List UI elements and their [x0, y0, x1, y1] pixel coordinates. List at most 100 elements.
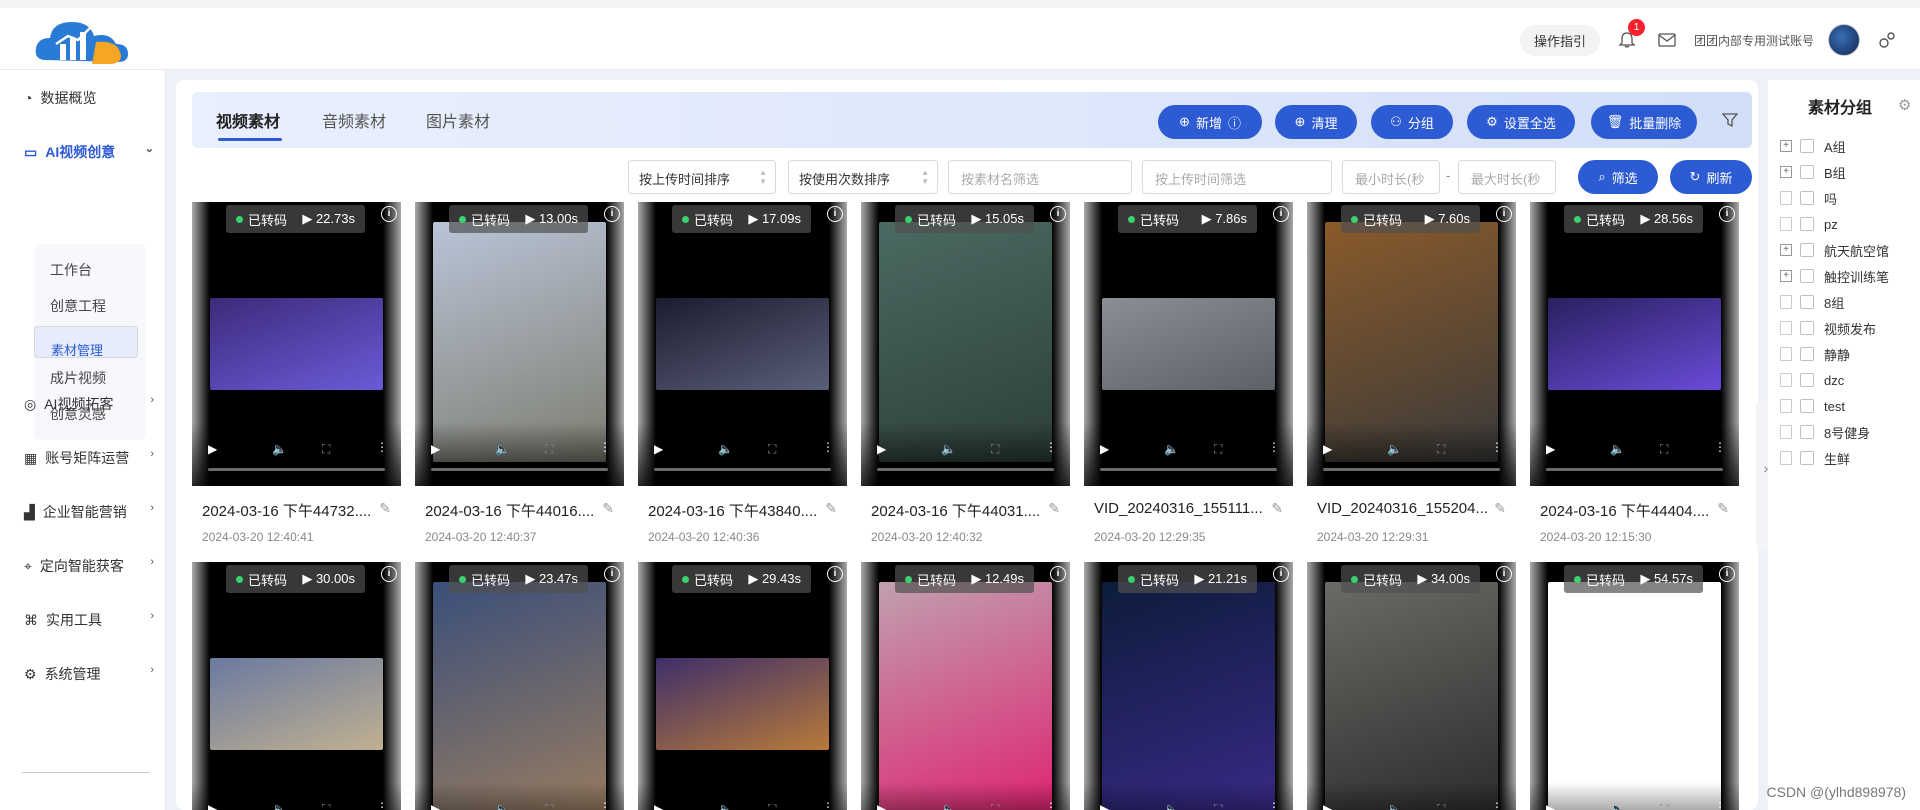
fullscreen-icon[interactable]: ⛶	[1214, 802, 1222, 810]
group-item[interactable]: + B组	[1780, 162, 1846, 182]
video-card[interactable]: 已转码 ▶ 34.00s i ▶ 🔈 ⛶ ⋮	[1307, 562, 1516, 810]
add-button[interactable]: ⊕ 新增 ⓘ	[1158, 105, 1262, 139]
fullscreen-icon[interactable]: ⛶	[322, 442, 330, 457]
video-card[interactable]: 已转码 ▶ 29.43s i ▶ 🔈 ⛶ ⋮	[638, 562, 847, 810]
tab-video[interactable]: 视频素材	[216, 108, 280, 132]
edit-icon[interactable]: ✎	[1048, 500, 1060, 517]
volume-icon[interactable]: 🔈	[941, 442, 956, 456]
more-icon[interactable]: ⋮	[1045, 440, 1057, 454]
sub-item-final-videos[interactable]: 成片视频	[50, 368, 106, 388]
video-card[interactable]: 已转码 ▶ 7.86s i ▶ 🔈 ⛶ ⋮ VID_20240316_15511…	[1084, 202, 1293, 556]
info-icon[interactable]: i	[827, 566, 843, 582]
progress-bar[interactable]	[877, 468, 1054, 471]
tab-image[interactable]: 图片素材	[426, 108, 490, 132]
play-icon[interactable]: ▶	[208, 442, 217, 456]
min-duration-input[interactable]: 最小时长(秒	[1342, 160, 1440, 194]
sub-item-workbench[interactable]: 工作台	[50, 260, 92, 280]
info-icon[interactable]: i	[1050, 566, 1066, 582]
video-card[interactable]: 已转码 ▶ 15.05s i ▶ 🔈 ⛶ ⋮ 2024-03-16 下午4403…	[861, 202, 1070, 556]
fullscreen-icon[interactable]: ⛶	[322, 802, 330, 810]
video-thumbnail[interactable]: 已转码 ▶ 28.56s i ▶ 🔈 ⛶ ⋮	[1530, 202, 1739, 486]
play-icon[interactable]: ▶	[654, 802, 663, 810]
play-icon[interactable]: ▶	[1546, 442, 1555, 456]
play-icon[interactable]: ▶	[654, 442, 663, 456]
fullscreen-icon[interactable]: ⛶	[768, 442, 776, 457]
play-icon[interactable]: ▶	[877, 802, 886, 810]
refresh-button[interactable]: ↻ 刷新	[1670, 160, 1752, 194]
nav-ai-video-creative[interactable]: ▭ AI视频创意 ⌄	[24, 142, 154, 162]
volume-icon[interactable]: 🔈	[718, 802, 733, 810]
video-thumbnail[interactable]: 已转码 ▶ 29.43s i ▶ 🔈 ⛶ ⋮	[638, 562, 847, 810]
sub-item-material-management[interactable]: 素材管理	[34, 326, 138, 358]
avatar[interactable]	[1828, 24, 1860, 56]
volume-icon[interactable]: 🔈	[272, 442, 287, 456]
video-card[interactable]: 已转码 ▶ 17.09s i ▶ 🔈 ⛶ ⋮ 2024-03-16 下午4384…	[638, 202, 847, 556]
fullscreen-icon[interactable]: ⛶	[545, 802, 553, 810]
video-thumbnail[interactable]: 已转码 ▶ 7.60s i ▶ 🔈 ⛶ ⋮	[1307, 202, 1516, 486]
video-thumbnail[interactable]: 已转码 ▶ 22.73s i ▶ 🔈 ⛶ ⋮	[192, 202, 401, 486]
more-icon[interactable]: ⋮	[1714, 800, 1726, 810]
name-filter-input[interactable]: 按素材名筛选	[948, 160, 1132, 194]
video-thumbnail[interactable]: 已转码 ▶ 21.21s i ▶ 🔈 ⛶ ⋮	[1084, 562, 1293, 810]
info-icon[interactable]: i	[1050, 206, 1066, 222]
more-icon[interactable]: ⋮	[376, 800, 388, 810]
volume-icon[interactable]: 🔈	[495, 802, 510, 810]
group-checkbox[interactable]	[1800, 321, 1814, 335]
play-icon[interactable]: ▶	[877, 442, 886, 456]
video-thumbnail[interactable]: 已转码 ▶ 17.09s i ▶ 🔈 ⛶ ⋮	[638, 202, 847, 486]
fullscreen-icon[interactable]: ⛶	[1660, 802, 1668, 810]
info-icon[interactable]: i	[1273, 206, 1289, 222]
group-checkbox[interactable]	[1800, 425, 1814, 439]
play-icon[interactable]: ▶	[1323, 802, 1332, 810]
fullscreen-icon[interactable]: ⛶	[545, 442, 553, 457]
group-checkbox[interactable]	[1800, 165, 1814, 179]
video-thumbnail[interactable]: 已转码 ▶ 34.00s i ▶ 🔈 ⛶ ⋮	[1307, 562, 1516, 810]
group-item[interactable]: 8组	[1780, 292, 1844, 312]
group-checkbox[interactable]	[1800, 243, 1814, 257]
expand-icon[interactable]: +	[1780, 244, 1792, 256]
video-card[interactable]: 已转码 ▶ 13.00s i ▶ 🔈 ⛶ ⋮ 2024-03-16 下午4401…	[415, 202, 624, 556]
fullscreen-icon[interactable]: ⛶	[991, 802, 999, 810]
info-icon[interactable]: i	[1719, 206, 1735, 222]
video-card[interactable]: 已转码 ▶ 30.00s i ▶ 🔈 ⛶ ⋮	[192, 562, 401, 810]
group-checkbox[interactable]	[1800, 191, 1814, 205]
volume-icon[interactable]: 🔈	[1164, 802, 1179, 810]
edit-icon[interactable]: ✎	[1717, 500, 1729, 517]
upload-time-filter-input[interactable]: 按上传时间筛选	[1142, 160, 1332, 194]
batch-delete-button[interactable]: 🗑 批量删除	[1591, 105, 1697, 139]
progress-bar[interactable]	[654, 468, 831, 471]
edit-icon[interactable]: ✎	[602, 500, 614, 517]
progress-bar[interactable]	[1100, 468, 1277, 471]
video-card[interactable]: 已转码 ▶ 54.57s i ▶ 🔈 ⛶ ⋮	[1530, 562, 1739, 810]
nav-utilities[interactable]: ⌘ 实用工具 ›	[24, 610, 154, 630]
info-icon[interactable]: i	[381, 206, 397, 222]
group-checkbox[interactable]	[1800, 269, 1814, 283]
group-checkbox[interactable]	[1800, 451, 1814, 465]
group-item[interactable]: test	[1780, 396, 1845, 416]
group-checkbox[interactable]	[1800, 347, 1814, 361]
info-icon[interactable]: i	[1496, 206, 1512, 222]
nav-system-management[interactable]: ⚙ 系统管理 ›	[24, 664, 154, 684]
more-icon[interactable]: ⋮	[1491, 800, 1503, 810]
edit-icon[interactable]: ✎	[825, 500, 837, 517]
info-icon[interactable]: i	[1719, 566, 1735, 582]
group-checkbox[interactable]	[1800, 217, 1814, 231]
volume-icon[interactable]: 🔈	[1164, 442, 1179, 456]
filter-button[interactable]: ⌕ 筛选	[1578, 160, 1658, 194]
video-card[interactable]: 已转码 ▶ 22.73s i ▶ 🔈 ⛶ ⋮ 2024-03-16 下午4473…	[192, 202, 401, 556]
more-icon[interactable]: ⋮	[599, 800, 611, 810]
nav-ai-video-acquisition[interactable]: ◎ AI视频拓客 ›	[24, 394, 154, 414]
video-card[interactable]: 已转码 ▶ 12.49s i ▶ 🔈 ⛶ ⋮	[861, 562, 1070, 810]
fullscreen-icon[interactable]: ⛶	[991, 442, 999, 457]
video-card[interactable]: 已转码 ▶ 21.21s i ▶ 🔈 ⛶ ⋮	[1084, 562, 1293, 810]
max-duration-input[interactable]: 最大时长(秒	[1458, 160, 1556, 194]
nav-account-matrix[interactable]: ▦ 账号矩阵运营 ›	[24, 448, 154, 468]
video-thumbnail[interactable]: 已转码 ▶ 23.47s i ▶ 🔈 ⛶ ⋮	[415, 562, 624, 810]
edit-icon[interactable]: ✎	[379, 500, 391, 517]
fullscreen-icon[interactable]: ⛶	[1660, 442, 1668, 457]
gear-icon[interactable]: ⚙	[1898, 96, 1911, 114]
info-icon[interactable]: i	[1273, 566, 1289, 582]
notification-bell-icon[interactable]: 1	[1614, 19, 1645, 53]
group-button[interactable]: ⚇ 分组	[1371, 105, 1453, 139]
volume-icon[interactable]: 🔈	[718, 442, 733, 456]
